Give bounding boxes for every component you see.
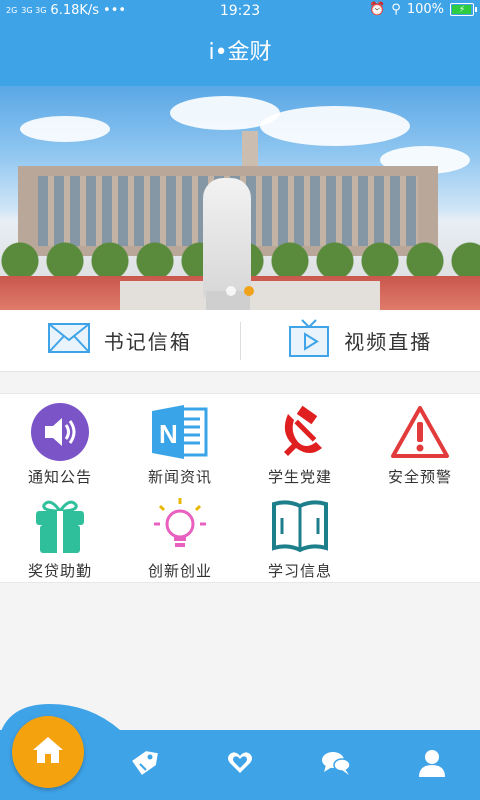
quick-link-label: 书记信箱 bbox=[103, 330, 192, 354]
page-title: i•金财 bbox=[0, 22, 480, 86]
grid-item-innovation[interactable]: 创新创业 bbox=[120, 492, 240, 587]
tab-messages[interactable] bbox=[316, 745, 356, 785]
grid-item-party[interactable]: 学生党建 bbox=[240, 398, 360, 493]
tab-profile[interactable] bbox=[412, 745, 452, 785]
grid-item-label: 通知公告 bbox=[27, 468, 92, 486]
onenote-icon: N bbox=[150, 402, 210, 462]
alarm-icon: ⏰ bbox=[369, 2, 386, 17]
carousel-dots bbox=[0, 286, 480, 296]
gift-icon bbox=[30, 496, 90, 556]
home-icon bbox=[32, 735, 64, 769]
banner-carousel[interactable] bbox=[0, 86, 480, 310]
tab-favorites[interactable] bbox=[220, 745, 260, 785]
envelope-icon bbox=[47, 323, 90, 358]
tv-play-icon bbox=[288, 318, 330, 363]
statue-image bbox=[203, 178, 251, 298]
party-emblem-icon bbox=[270, 402, 330, 462]
carousel-dot-active[interactable] bbox=[244, 286, 254, 296]
battery-percent: 100% bbox=[406, 2, 444, 17]
grid-item-label: 学生党建 bbox=[267, 468, 332, 486]
chat-icon bbox=[321, 750, 351, 780]
quick-link-label: 视频直播 bbox=[344, 330, 433, 354]
tag-icon bbox=[129, 748, 159, 782]
quick-links: 书记信箱 视频直播 bbox=[0, 310, 480, 372]
grid-item-notice[interactable]: 通知公告 bbox=[0, 398, 120, 493]
status-right: ⏰ ⚲ 100% ⚡ bbox=[369, 2, 477, 17]
location-icon: ⚲ bbox=[391, 2, 401, 17]
battery-icon: ⚡ bbox=[450, 3, 477, 16]
grid-item-label: 创新创业 bbox=[147, 562, 212, 580]
grid-item-aid[interactable]: 奖贷助勤 bbox=[0, 492, 120, 587]
carousel-dot[interactable] bbox=[226, 286, 236, 296]
quick-link-mailbox[interactable]: 书记信箱 bbox=[0, 323, 240, 358]
grid-item-safety[interactable]: 安全预警 bbox=[360, 398, 480, 493]
grid-item-label: 奖贷助勤 bbox=[27, 562, 92, 580]
function-grid: 通知公告 N 新闻资讯 学生党建 安全预警 奖贷助勤 创新创业 学习信息 bbox=[0, 393, 480, 583]
book-icon bbox=[270, 496, 330, 556]
grid-item-label: 新闻资讯 bbox=[147, 468, 212, 486]
tab-tag[interactable] bbox=[124, 745, 164, 785]
warning-icon bbox=[390, 402, 450, 462]
grid-item-study[interactable]: 学习信息 bbox=[240, 492, 360, 587]
grid-item-label: 安全预警 bbox=[387, 468, 452, 486]
lightbulb-icon bbox=[150, 496, 210, 556]
status-bar: 2G 3G 3G 6.18K/s ••• 19:23 ⏰ ⚲ 100% ⚡ bbox=[0, 0, 480, 22]
quick-link-video-live[interactable]: 视频直播 bbox=[241, 318, 480, 363]
speaker-icon bbox=[30, 402, 90, 462]
grid-item-news[interactable]: N 新闻资讯 bbox=[120, 398, 240, 493]
user-icon bbox=[418, 749, 446, 781]
grid-item-label: 学习信息 bbox=[267, 562, 332, 580]
tab-home[interactable] bbox=[12, 716, 84, 788]
heart-icon bbox=[227, 751, 253, 779]
svg-text:N: N bbox=[159, 419, 178, 449]
